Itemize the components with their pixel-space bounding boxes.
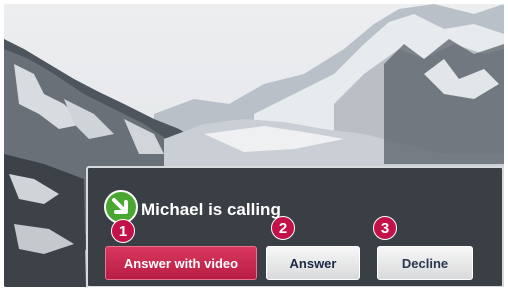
step-badge-1: 1 bbox=[111, 219, 135, 243]
tv-screen: Michael is calling 1 2 3 Answer with vid… bbox=[4, 4, 504, 287]
answer-with-video-button[interactable]: Answer with video bbox=[105, 246, 257, 280]
answer-button[interactable]: Answer bbox=[266, 246, 360, 280]
step-badge-2: 2 bbox=[271, 216, 295, 240]
step-badge-3: 3 bbox=[373, 216, 397, 240]
incoming-call-dialog: Michael is calling 1 2 3 Answer with vid… bbox=[86, 166, 504, 287]
decline-button[interactable]: Decline bbox=[377, 246, 473, 280]
caller-title: Michael is calling bbox=[141, 200, 281, 219]
